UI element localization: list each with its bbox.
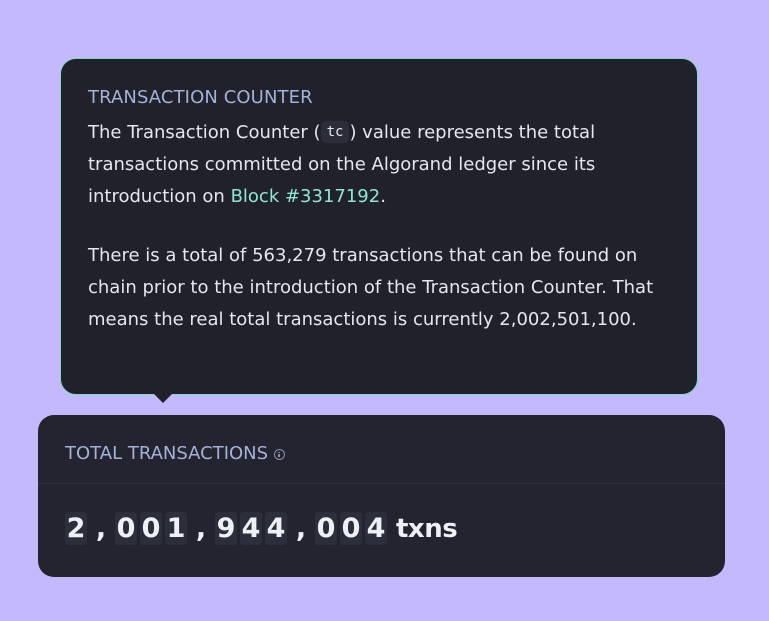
counter-digit: 2	[65, 512, 87, 545]
counter-digit: 4	[365, 512, 387, 545]
counter-digit: 0	[115, 512, 137, 545]
card-body: 2,001,944,004 txns	[38, 484, 725, 545]
counter-digit: 0	[315, 512, 337, 545]
counter-separator: ,	[295, 513, 307, 544]
counter-digit: 0	[140, 512, 162, 545]
counter-separator: ,	[95, 513, 107, 544]
counter-digit: 0	[340, 512, 362, 545]
unit-label: txns	[396, 513, 458, 544]
transaction-count: 2,001,944,004	[65, 512, 390, 545]
tooltip-paragraph-1: The Transaction Counter (tc) value repre…	[88, 117, 670, 213]
counter-digit: 9	[215, 512, 237, 545]
tc-code-chip: tc	[320, 121, 350, 143]
tooltip-paragraph-2: There is a total of 563,279 transactions…	[88, 245, 654, 330]
counter-digit: 4	[265, 512, 287, 545]
tooltip-title: TRANSACTION COUNTER	[88, 87, 313, 108]
info-icon[interactable]	[274, 449, 286, 460]
total-transactions-card: TOTAL TRANSACTIONS 2,001,944,004 txns	[38, 415, 725, 577]
block-link[interactable]: Block #3317192	[231, 186, 381, 207]
counter-separator: ,	[195, 513, 207, 544]
tooltip-arrow	[154, 394, 172, 403]
counter-digit: 1	[165, 512, 187, 545]
card-header: TOTAL TRANSACTIONS	[38, 415, 725, 484]
tooltip-text: .	[380, 186, 386, 207]
card-title: TOTAL TRANSACTIONS	[65, 443, 269, 464]
counter-digit: 4	[240, 512, 262, 545]
tooltip-text: The Transaction Counter (	[88, 122, 321, 143]
transaction-counter-tooltip: TRANSACTION COUNTER The Transaction Coun…	[60, 58, 698, 395]
